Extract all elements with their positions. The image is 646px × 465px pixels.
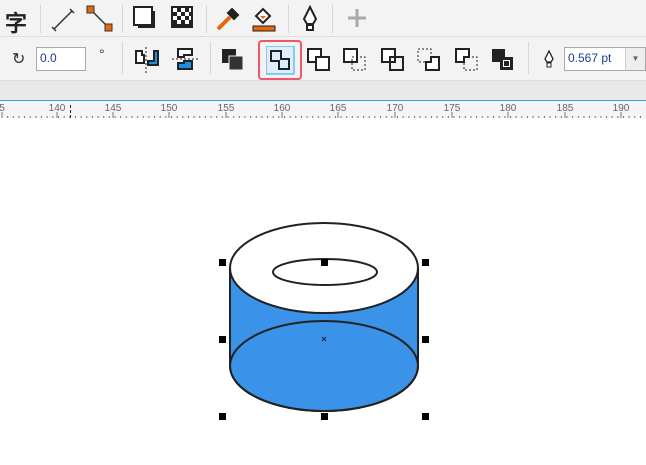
front-minus-back-icon[interactable] (416, 47, 442, 73)
ruler-label: 140 (48, 103, 66, 114)
separator (206, 5, 207, 33)
drop-shadow-icon[interactable] (132, 5, 160, 33)
separator (122, 5, 123, 33)
ruler-label: 5 (0, 103, 5, 114)
cursor-position-marker (70, 105, 71, 118)
ruler-label: 175 (443, 103, 461, 114)
weld-button-highlight[interactable] (258, 40, 302, 80)
separator (122, 42, 123, 74)
horizontal-ruler[interactable]: 5 140 145 150 155 160 165 170 175 180 185 190 (0, 100, 646, 118)
ruler-label: 170 (386, 103, 404, 114)
ruler-label: 145 (104, 103, 122, 114)
interactive-fill-icon[interactable] (250, 5, 278, 33)
transparency-icon[interactable] (170, 5, 196, 31)
rotate-icon: ↻ (12, 51, 26, 68)
create-boundary-icon[interactable] (490, 47, 516, 73)
ruler-label: 165 (329, 103, 347, 114)
canvas[interactable] (0, 118, 646, 465)
ruler-label: 155 (217, 103, 235, 114)
separator (40, 5, 41, 33)
property-bar: ↻ 0.0 ° 0.567 pt ▼ (0, 37, 646, 81)
outline-pen-icon (544, 50, 554, 68)
ruler-label: 150 (160, 103, 178, 114)
intersect-icon[interactable] (342, 47, 368, 73)
connector-icon[interactable] (86, 5, 114, 33)
ruler-label: 190 (612, 103, 630, 114)
weld-icon (266, 46, 295, 75)
trim-icon[interactable] (306, 47, 332, 73)
rotation-input[interactable]: 0.0 (36, 47, 86, 71)
dimension-line-icon[interactable] (50, 5, 78, 33)
separator (210, 42, 211, 74)
separator (332, 5, 333, 33)
ruler-label: 160 (273, 103, 291, 114)
simplify-icon[interactable] (380, 47, 406, 73)
separator (288, 5, 289, 33)
ruler-label: 185 (556, 103, 574, 114)
outline-width-value: 0.567 pt (568, 51, 612, 65)
text-icon[interactable]: 字 (5, 6, 27, 38)
combine-icon[interactable] (220, 47, 246, 73)
ruler-label: 180 (499, 103, 517, 114)
back-minus-front-icon[interactable] (454, 47, 480, 73)
mirror-horizontal-icon[interactable] (134, 47, 160, 73)
separator (528, 42, 529, 74)
toolbar-gutter (0, 81, 646, 100)
eyedropper-icon[interactable] (214, 5, 242, 33)
pen-outline-icon[interactable] (296, 5, 324, 33)
add-icon[interactable] (346, 7, 368, 29)
mirror-vertical-icon[interactable] (172, 47, 198, 73)
main-toolbar: 字 (0, 0, 646, 37)
outline-width-dropdown[interactable]: ▼ (625, 48, 645, 70)
degree-label: ° (99, 46, 105, 62)
